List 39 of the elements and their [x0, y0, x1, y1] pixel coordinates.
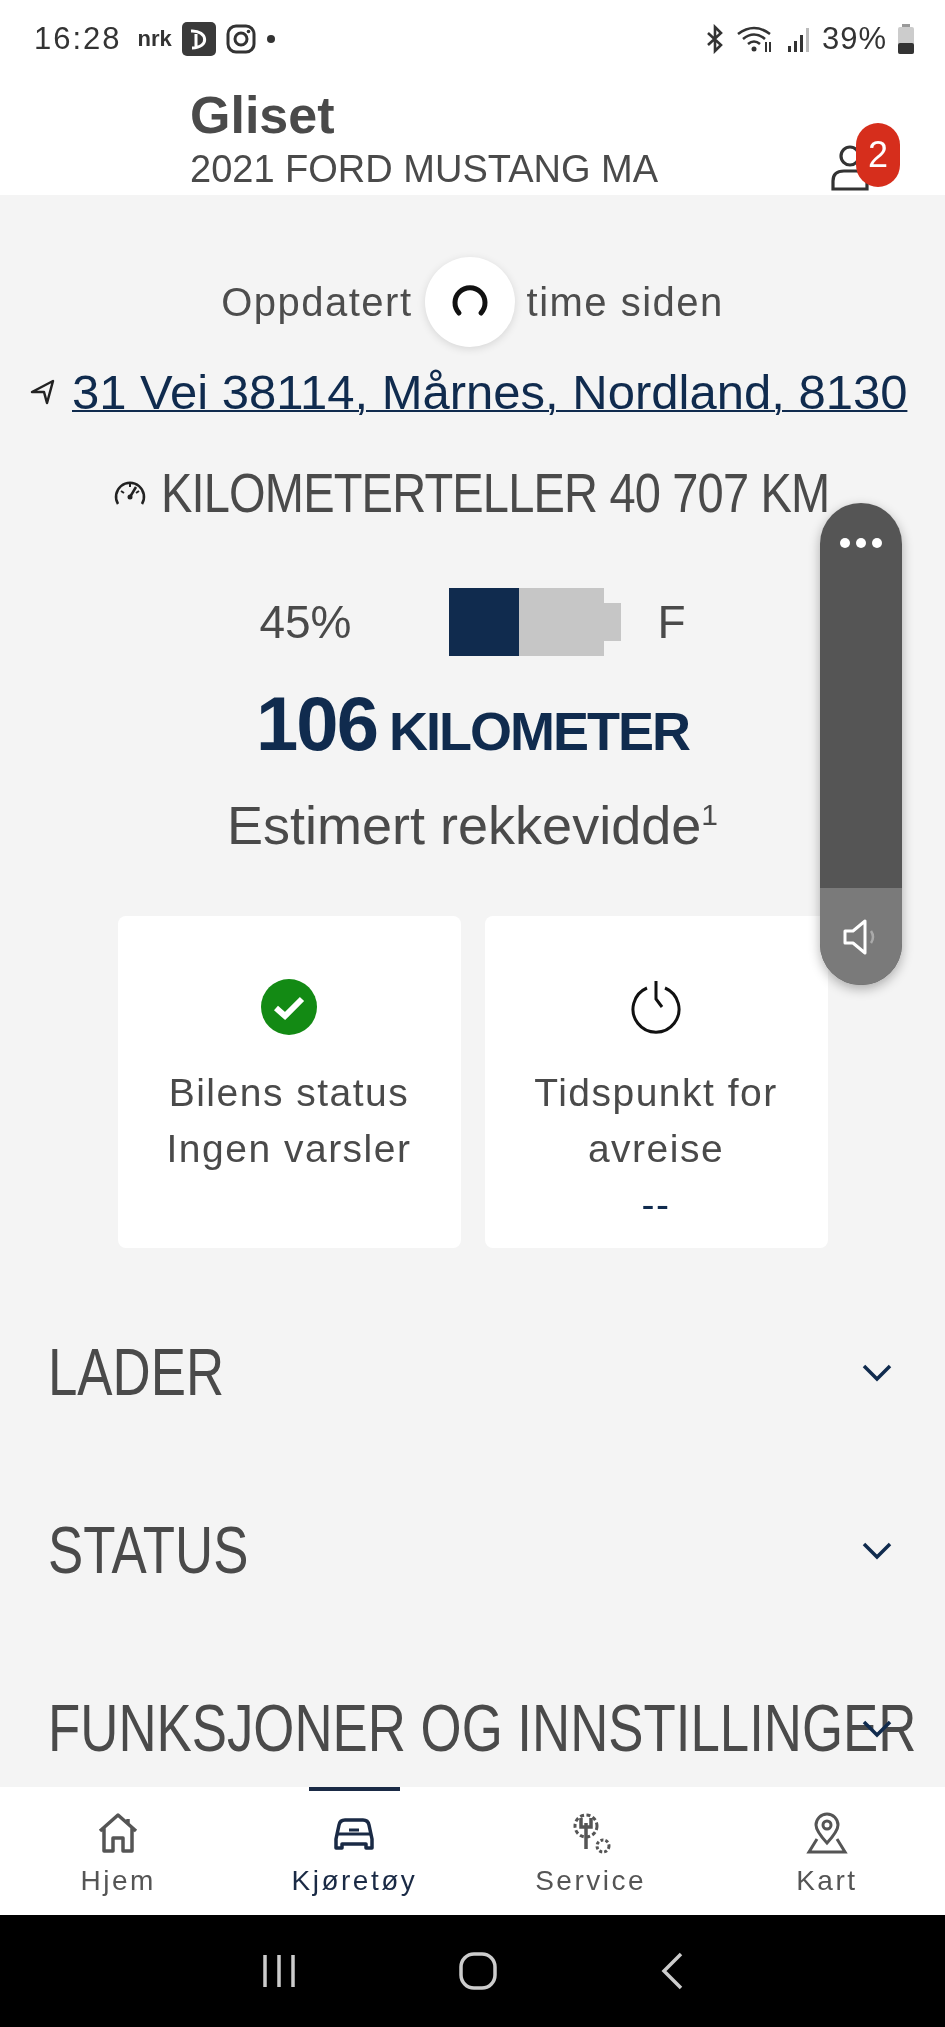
- section-title: STATUS: [48, 1512, 249, 1588]
- accordion-header[interactable]: STATUS: [0, 1461, 945, 1639]
- nav-tab[interactable]: Hjem: [0, 1787, 237, 1915]
- home-button-icon[interactable]: [457, 1951, 498, 1991]
- instagram-icon: [225, 24, 256, 54]
- notification-badge: 2: [856, 123, 900, 187]
- section-title: LADER: [48, 1334, 225, 1410]
- updated-label: time siden: [526, 279, 724, 325]
- address-link[interactable]: 31 Vei 38114, Mårnes, Nordland, 8130: [72, 364, 908, 420]
- more-options-icon[interactable]: [839, 537, 883, 549]
- accordion-header[interactable]: FUNKSJONER OG INNSTILLINGER: [0, 1639, 945, 1787]
- charge-percent: 45%: [259, 595, 353, 649]
- info-card[interactable]: Tidspunkt for avreise --: [484, 916, 828, 1248]
- nav-tab[interactable]: Service: [472, 1787, 709, 1915]
- timer-icon: [630, 979, 682, 1035]
- section-title: FUNKSJONER OG INNSTILLINGER: [48, 1690, 917, 1766]
- battery-percent: 39%: [821, 21, 887, 57]
- card-title: Bilens status: [167, 1070, 411, 1116]
- accordion-header[interactable]: LADER: [0, 1283, 945, 1461]
- info-card[interactable]: Bilens status Ingen varsler: [117, 916, 461, 1248]
- app-label: nrk: [137, 26, 172, 52]
- range-value: 106: [256, 680, 377, 767]
- odometer-reading: KILOMETERTELLER 40 707 KM: [161, 459, 830, 525]
- vehicle-name: Gliset: [190, 85, 336, 146]
- vehicle-model: 2021 FORD MUSTANG MA: [190, 147, 659, 192]
- notification-dot-icon: [265, 34, 276, 44]
- range-unit: KILOMETER: [388, 700, 689, 762]
- battery-icon: [897, 23, 915, 55]
- card-title: Tidspunkt for avreise: [533, 1070, 779, 1172]
- nav-tab[interactable]: Kart: [708, 1787, 945, 1915]
- range-caption: Estimert rekkevidde$^{1}$: [227, 794, 718, 847]
- clock-time: 16:28: [34, 21, 122, 57]
- updated-label: Oppdatert: [221, 279, 413, 325]
- navigation-arrow-icon: [30, 378, 56, 406]
- card-detail: Ingen varsler: [165, 1126, 413, 1172]
- check-icon: [261, 979, 317, 1035]
- card-detail: --: [640, 1182, 672, 1228]
- app-icon: [181, 22, 216, 56]
- full-label: F: [657, 595, 686, 649]
